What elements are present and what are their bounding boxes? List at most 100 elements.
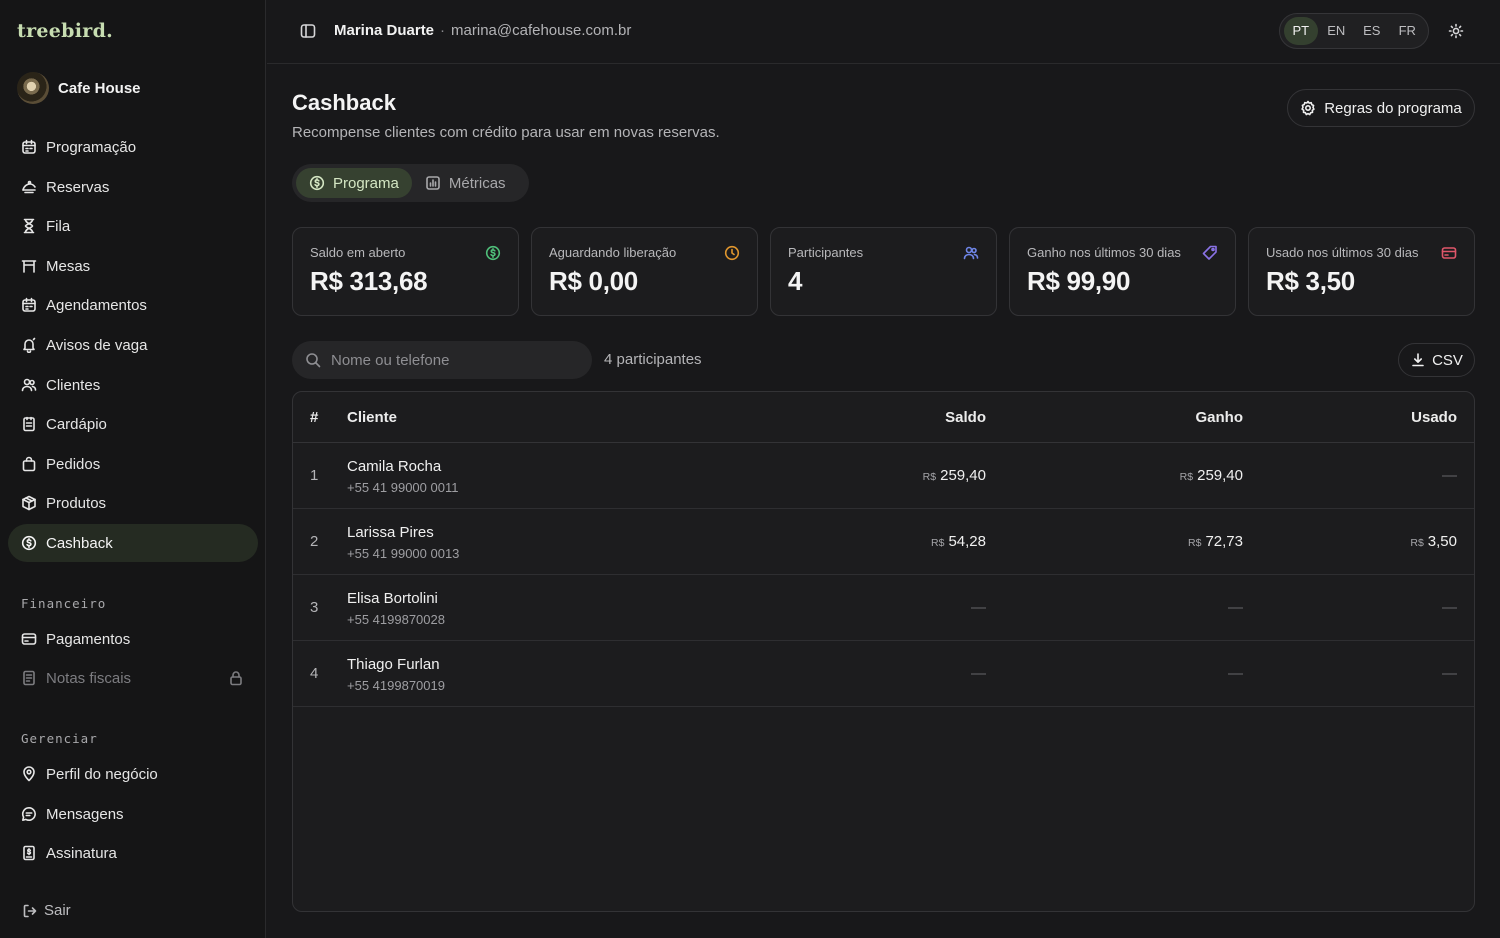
cell-saldo: —	[971, 599, 986, 616]
client-name[interactable]: Camila Rocha	[347, 458, 441, 475]
sun-icon	[1448, 23, 1464, 39]
business-name: Cafe House	[58, 79, 141, 97]
cell-saldo: R$ 54,28	[931, 533, 986, 550]
stat-value: R$ 3,50	[1266, 266, 1355, 296]
client-name[interactable]: Thiago Furlan	[347, 656, 440, 673]
sidebar-item-mensagens[interactable]: Mensagens	[8, 795, 258, 833]
user-info: Marina Duarte · marina@cafehouse.com.br	[334, 22, 631, 39]
logout-label: Sair	[44, 902, 71, 919]
currency-symbol: R$	[1179, 471, 1194, 483]
sidebar-item-mesas[interactable]: Mesas	[8, 247, 258, 285]
hourglass-icon	[23, 218, 35, 234]
sidebar-item-label: Cashback	[46, 534, 113, 552]
sidebar-item-label: Assinatura	[46, 844, 117, 862]
column-header-ganho[interactable]: Ganho	[1196, 409, 1244, 426]
stat-card-ganho-30-dias: Ganho nos últimos 30 dias R$ 99,90	[1009, 227, 1236, 316]
tab-programa[interactable]: Programa	[296, 168, 412, 198]
user-name: Marina Duarte	[334, 22, 435, 39]
language-option-es[interactable]: ES	[1355, 17, 1389, 45]
sidebar-item-pagamentos[interactable]: Pagamentos	[8, 620, 258, 658]
users-icon	[21, 378, 37, 392]
tab-metricas[interactable]: Métricas	[412, 168, 519, 198]
program-rules-button[interactable]: Regras do programa	[1287, 89, 1475, 127]
cell-ganho: —	[1228, 665, 1243, 682]
client-name[interactable]: Larissa Pires	[347, 524, 434, 541]
sidebar-item-label: Notas fiscais	[46, 669, 132, 687]
column-header-usado[interactable]: Usado	[1411, 409, 1457, 426]
cell-ganho: R$ 72,73	[1188, 533, 1243, 550]
search-input[interactable]	[331, 351, 571, 369]
cell-ganho: —	[1228, 599, 1243, 616]
sidebar-item-programacao[interactable]: Programação	[8, 128, 258, 166]
stat-card-usado-30-dias: Usado nos últimos 30 dias R$ 3,50	[1248, 227, 1475, 316]
business-avatar	[17, 72, 49, 104]
section-title-gerenciar: Gerenciar	[21, 731, 98, 746]
sidebar-item-label: Cardápio	[46, 415, 107, 433]
business-switcher[interactable]: Cafe House	[17, 72, 141, 104]
participants-count: 4 participantes	[604, 351, 702, 368]
package-icon	[22, 495, 36, 511]
tag-icon	[1202, 245, 1217, 260]
language-switcher: PT EN ES FR	[1279, 13, 1429, 49]
amount-value: 3,50	[1427, 533, 1457, 550]
receipt-icon	[23, 670, 35, 686]
amount-value: 54,28	[948, 533, 986, 550]
sidebar-item-label: Clientes	[46, 376, 101, 394]
amount-value: 72,73	[1205, 533, 1243, 550]
cashback-icon	[485, 245, 501, 261]
sidebar-toggle-button[interactable]	[300, 23, 316, 39]
page-subtitle: Recompense clientes com crédito para usa…	[292, 124, 720, 141]
sidebar-item-reservas[interactable]: Reservas	[8, 168, 258, 206]
sidebar-item-notas-fiscais[interactable]: Notas fiscais	[8, 659, 258, 697]
sidebar-item-assinatura[interactable]: Assinatura	[8, 834, 258, 872]
currency-symbol: R$	[1188, 537, 1202, 549]
language-option-pt[interactable]: PT	[1284, 17, 1318, 45]
table-row[interactable]: 3 Elisa Bortolini +55 4199870028 — — —	[293, 575, 1474, 641]
sidebar-item-agendamentos[interactable]: Agendamentos	[8, 286, 258, 324]
sidebar-item-label: Agendamentos	[46, 296, 147, 314]
language-option-en[interactable]: EN	[1320, 17, 1354, 45]
users-icon	[963, 246, 979, 260]
row-number: 3	[310, 599, 319, 616]
row-number: 4	[310, 665, 319, 682]
cell-saldo: —	[971, 665, 986, 682]
sidebar-item-cashback[interactable]: Cashback	[8, 524, 258, 562]
client-phone: +55 4199870019	[347, 678, 445, 693]
topbar: Marina Duarte · marina@cafehouse.com.br …	[267, 0, 1500, 64]
export-csv-button[interactable]: CSV	[1398, 343, 1475, 377]
participants-table: # Cliente Saldo Ganho Usado 1 Camila Roch…	[292, 391, 1475, 912]
bag-icon	[22, 456, 36, 472]
menu-icon	[23, 416, 35, 432]
language-option-fr[interactable]: FR	[1391, 17, 1425, 45]
column-header-number: #	[310, 409, 319, 426]
sidebar-item-cardapio[interactable]: Cardápio	[8, 405, 258, 443]
brand-logo[interactable]: treebird.	[17, 20, 113, 42]
logout-button[interactable]: Sair	[22, 902, 71, 919]
tabs: Programa Métricas	[292, 164, 529, 202]
column-header-cliente[interactable]: Cliente	[347, 409, 397, 426]
sidebar-item-perfil-do-negocio[interactable]: Perfil do negócio	[8, 755, 258, 793]
lock-icon	[230, 671, 242, 686]
calendar-icon	[22, 139, 36, 154]
table-row[interactable]: 2 Larissa Pires +55 41 99000 0013 R$ 54,28 R$…	[293, 509, 1474, 575]
table-header: # Cliente Saldo Ganho Usado	[293, 392, 1474, 443]
sidebar-panel-icon	[300, 24, 316, 38]
search-field	[292, 341, 592, 379]
stat-value: R$ 0,00	[549, 266, 638, 296]
sidebar-item-avisos-de-vaga[interactable]: Avisos de vaga	[8, 326, 258, 364]
stat-card-aguardando-liberacao: Aguardando liberação R$ 0,00	[531, 227, 758, 316]
message-icon	[21, 806, 36, 821]
sidebar-item-label: Perfil do negócio	[46, 765, 158, 783]
reservation-icon	[22, 180, 36, 194]
column-header-saldo[interactable]: Saldo	[945, 409, 986, 426]
table-row[interactable]: 4 Thiago Furlan +55 4199870019 — — —	[293, 641, 1474, 707]
client-name[interactable]: Elisa Bortolini	[347, 590, 438, 607]
table-row[interactable]: 1 Camila Rocha +55 41 99000 0011 R$ 259,40 R$…	[293, 443, 1474, 509]
bell-icon	[23, 337, 36, 353]
sidebar-item-pedidos[interactable]: Pedidos	[8, 445, 258, 483]
calendar-icon	[22, 297, 36, 312]
sidebar-item-produtos[interactable]: Produtos	[8, 484, 258, 522]
theme-toggle-button[interactable]	[1448, 23, 1464, 39]
sidebar-item-clientes[interactable]: Clientes	[8, 366, 258, 404]
sidebar-item-fila[interactable]: Fila	[8, 207, 258, 245]
